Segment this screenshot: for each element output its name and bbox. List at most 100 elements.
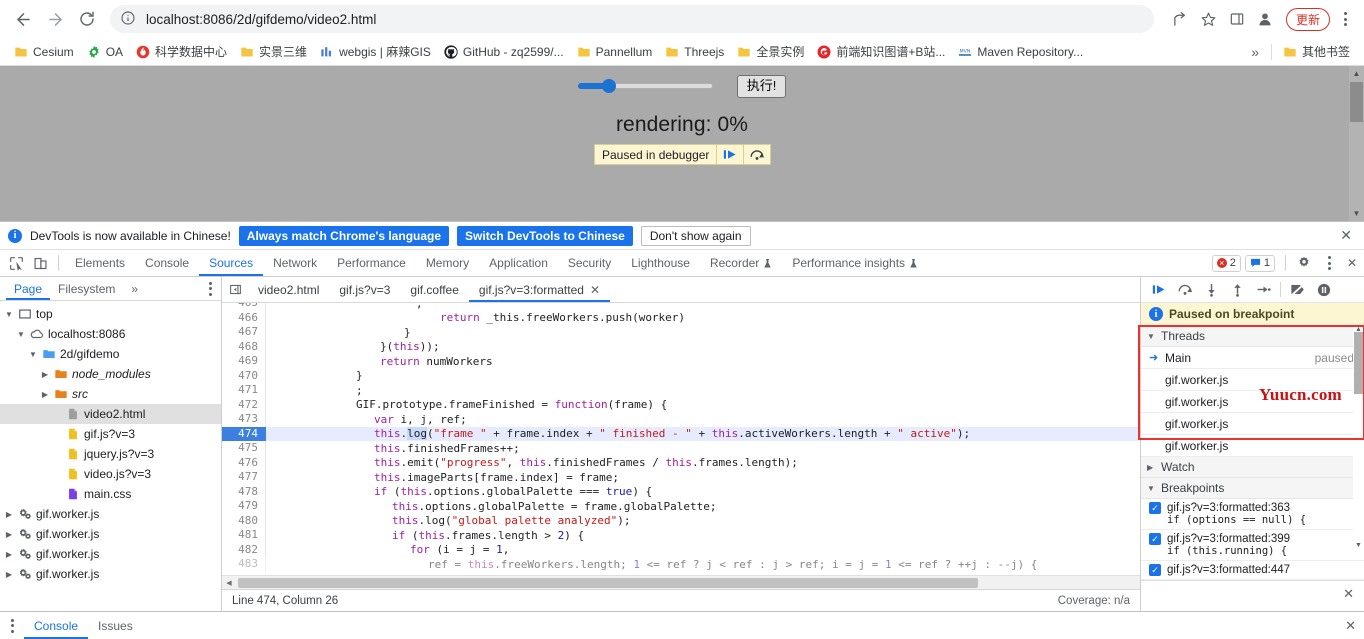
back-icon[interactable] [8, 4, 38, 34]
scrollbar-thumb[interactable] [1350, 82, 1363, 122]
devtools-more-icon[interactable] [1318, 256, 1340, 270]
resume-script-icon[interactable] [1147, 278, 1171, 302]
side-panel-icon[interactable] [1224, 6, 1250, 32]
tab-memory[interactable]: Memory [416, 250, 479, 276]
breakpoints-section-header[interactable]: ▼ Breakpoints [1141, 478, 1364, 499]
tree-item-top[interactable]: ▼ top [0, 304, 221, 324]
address-bar[interactable]: localhost:8086/2d/gifdemo/video2.html [110, 5, 1154, 33]
close-icon[interactable]: ✕ [1343, 586, 1354, 602]
deactivate-breakpoints-icon[interactable] [1286, 278, 1310, 302]
slider-thumb[interactable] [601, 79, 616, 94]
navigator-more-icon[interactable] [199, 281, 221, 296]
tab-security[interactable]: Security [558, 250, 621, 276]
always-match-language-button[interactable]: Always match Chrome's language [238, 225, 450, 246]
step-out-icon[interactable] [1225, 278, 1249, 302]
scrollbar-thumb[interactable] [1354, 332, 1363, 394]
chrome-menu-icon[interactable] [1334, 12, 1356, 26]
bookmark-item[interactable]: webgis | 麻辣GIS [314, 40, 437, 63]
profile-avatar[interactable] [1252, 6, 1278, 32]
thread-row-main[interactable]: ➜ Main paused [1141, 347, 1364, 369]
tab-application[interactable]: Application [479, 250, 558, 276]
dont-show-again-button[interactable]: Don't show again [640, 225, 751, 246]
breakpoint-row[interactable]: ✓ gif.js?v=3:formatted:363 if (options =… [1141, 499, 1364, 530]
editor-tab-gifjs[interactable]: gif.js?v=3 [329, 277, 400, 302]
watch-section-header[interactable]: ▶ Watch [1141, 457, 1364, 478]
step-into-icon[interactable] [1199, 278, 1223, 302]
tree-item-src[interactable]: ▶ src [0, 384, 221, 404]
tab-performance[interactable]: Performance [327, 250, 416, 276]
scroll-down-arrow[interactable]: ▼ [1353, 542, 1364, 549]
update-button[interactable]: 更新 [1285, 7, 1330, 31]
breakpoint-checkbox[interactable]: ✓ [1149, 564, 1161, 576]
navigator-tab-overflow[interactable]: » [123, 277, 146, 300]
chevron-right-icon[interactable]: ▶ [40, 370, 50, 379]
scroll-down-arrow[interactable]: ▼ [1349, 206, 1364, 221]
tab-network[interactable]: Network [263, 250, 327, 276]
bookmark-item[interactable]: GitHub - zq2599/... [438, 42, 570, 62]
tab-recorder[interactable]: Recorder [700, 250, 782, 276]
forward-icon[interactable] [40, 4, 70, 34]
drawer-tab-console[interactable]: Console [24, 612, 88, 639]
bookmark-item[interactable]: 实景三维 [234, 40, 313, 63]
navigator-tab-filesystem[interactable]: Filesystem [50, 277, 123, 300]
resume-script-icon[interactable] [717, 148, 743, 161]
switch-to-chinese-button[interactable]: Switch DevTools to Chinese [457, 225, 633, 246]
tab-performance-insights[interactable]: Performance insights [782, 250, 928, 276]
run-button[interactable]: 执行! [736, 75, 787, 98]
threads-section-header[interactable]: ▼ Threads [1141, 326, 1364, 347]
breakpoint-row[interactable]: ✓ gif.js?v=3:formatted:399 if (this.runn… [1141, 530, 1364, 561]
tree-item-worker[interactable]: ▶ gif.worker.js [0, 544, 221, 564]
tree-item-folder[interactable]: ▼ 2d/gifdemo [0, 344, 221, 364]
chevron-right-icon[interactable]: ▶ [1147, 463, 1156, 472]
hscrollbar-thumb[interactable] [238, 578, 978, 588]
device-toolbar-icon[interactable] [28, 251, 52, 275]
chevron-right-icon[interactable]: ▶ [40, 390, 50, 399]
bookmark-item[interactable]: OA [81, 42, 129, 62]
other-bookmarks-item[interactable]: 其他书签 [1277, 40, 1356, 63]
drawer-tab-issues[interactable]: Issues [88, 612, 143, 639]
page-scrollbar[interactable]: ▲ ▼ [1349, 66, 1364, 221]
share-icon[interactable] [1168, 6, 1194, 32]
breakpoint-row[interactable]: ✓ gif.js?v=3:formatted:447 [1141, 561, 1364, 580]
pause-on-exceptions-icon[interactable] [1312, 278, 1336, 302]
error-count-badge[interactable]: 2 [1211, 254, 1241, 272]
bookmark-item[interactable]: MVN Maven Repository... [952, 42, 1089, 62]
gear-icon[interactable] [1292, 251, 1316, 275]
thread-row[interactable]: gif.worker.js [1141, 435, 1364, 457]
close-icon[interactable]: ✕ [1336, 227, 1356, 244]
chevron-down-icon[interactable]: ▼ [28, 350, 38, 359]
step-over-icon[interactable] [744, 148, 770, 161]
code-viewer[interactable]: 465 ; 466 return _this.freeWorkers.push(… [222, 303, 1140, 575]
editor-tab-gifjs-formatted[interactable]: gif.js?v=3:formatted ✕ [469, 277, 610, 302]
scroll-up-arrow[interactable]: ▲ [1349, 66, 1364, 81]
tree-item-videojs[interactable]: video.js?v=3 [0, 464, 221, 484]
collapse-sidebar-icon[interactable] [222, 283, 248, 296]
code-horizontal-scrollbar[interactable]: ◀ [222, 575, 1140, 589]
scroll-left-arrow[interactable]: ◀ [222, 579, 236, 587]
bookmark-item[interactable]: 全景实例 [731, 40, 810, 63]
tab-sources[interactable]: Sources [199, 250, 263, 276]
step-over-icon[interactable] [1173, 278, 1197, 302]
bookmarks-overflow-chevron[interactable]: » [1244, 42, 1266, 62]
bookmark-item[interactable]: 科学数据中心 [130, 40, 233, 63]
breakpoint-checkbox[interactable]: ✓ [1149, 502, 1161, 514]
tree-item-jquery[interactable]: jquery.js?v=3 [0, 444, 221, 464]
breakpoint-checkbox[interactable]: ✓ [1149, 533, 1161, 545]
tree-item-gifjs[interactable]: gif.js?v=3 [0, 424, 221, 444]
chevron-down-icon[interactable]: ▼ [1147, 332, 1156, 341]
chevron-right-icon[interactable]: ▶ [4, 510, 14, 519]
step-icon[interactable] [1251, 278, 1275, 302]
close-icon[interactable]: ✕ [1340, 251, 1364, 275]
tab-elements[interactable]: Elements [65, 250, 135, 276]
chevron-down-icon[interactable]: ▼ [1147, 484, 1156, 493]
editor-tab-gifcoffee[interactable]: gif.coffee [400, 277, 468, 302]
tree-item-worker[interactable]: ▶ gif.worker.js [0, 564, 221, 584]
chevron-down-icon[interactable]: ▼ [4, 310, 14, 319]
navigator-tab-page[interactable]: Page [6, 277, 50, 300]
thread-row[interactable]: gif.worker.js [1141, 413, 1364, 435]
chevron-right-icon[interactable]: ▶ [4, 570, 14, 579]
close-icon[interactable]: ✕ [1345, 618, 1364, 634]
bookmark-item[interactable]: 前端知识图谱+B站... [811, 40, 951, 63]
bookmark-star-icon[interactable] [1196, 6, 1222, 32]
chevron-right-icon[interactable]: ▶ [4, 550, 14, 559]
